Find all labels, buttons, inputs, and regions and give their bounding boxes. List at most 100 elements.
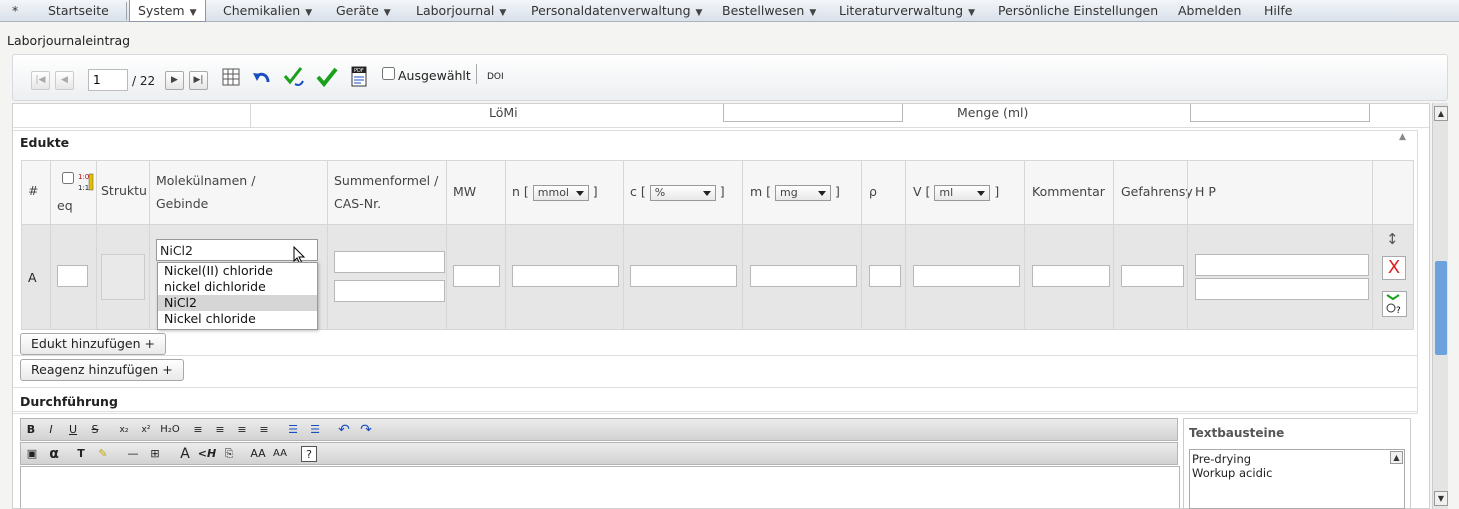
align-right-icon[interactable]: ≡: [235, 422, 249, 438]
move-row-icon[interactable]: ↕: [1386, 230, 1399, 248]
menu-startseite[interactable]: Startseite: [48, 0, 109, 22]
rho-input[interactable]: [869, 265, 901, 287]
prev-page-button[interactable]: ◀: [55, 71, 74, 90]
menu-star[interactable]: *: [12, 0, 18, 22]
doi-button[interactable]: DOI: [487, 72, 504, 82]
scroll-down-icon[interactable]: ▼: [1434, 491, 1448, 506]
ratio-icon[interactable]: 1:01:1: [78, 171, 94, 193]
gefahren-input[interactable]: [1121, 265, 1184, 287]
autocomplete-option-selected[interactable]: NiCl2: [158, 295, 317, 311]
menu-laborjournal[interactable]: Laborjournal ▼: [416, 0, 506, 22]
italic-icon[interactable]: I: [44, 422, 58, 438]
next-page-button[interactable]: ▶: [165, 71, 184, 90]
col-num: #: [28, 183, 39, 198]
highlight-icon[interactable]: ✎: [95, 446, 111, 462]
uppercase-icon[interactable]: AA: [249, 446, 267, 462]
table-icon[interactable]: ⊞: [147, 446, 163, 462]
list-item[interactable]: Workup acidic: [1192, 466, 1402, 480]
divider: [505, 160, 506, 330]
list-item[interactable]: Pre-drying: [1192, 452, 1402, 466]
eq-input[interactable]: [57, 265, 88, 287]
collapse-icon[interactable]: ▲: [1399, 132, 1406, 142]
add-reagenz-button[interactable]: Reagenz hinzufügen +: [20, 359, 184, 381]
superscript-icon[interactable]: x²: [139, 422, 153, 438]
autocomplete-option[interactable]: Nickel chloride: [158, 311, 317, 327]
mw-input[interactable]: [453, 265, 500, 287]
divider: [50, 160, 51, 330]
font-size-icon[interactable]: A: [177, 446, 193, 462]
h-input[interactable]: [1195, 254, 1369, 276]
eq-checkbox[interactable]: [62, 172, 74, 184]
col-gebinde: Gebinde: [156, 196, 209, 211]
durchfuehrung-title: Durchführung: [20, 394, 118, 409]
alpha-icon[interactable]: α: [46, 446, 62, 462]
m-input[interactable]: [750, 265, 857, 287]
p-input[interactable]: [1195, 278, 1369, 300]
menu-bestellwesen[interactable]: Bestellwesen ▼: [722, 0, 816, 22]
formula-icon[interactable]: H₂O: [159, 422, 181, 438]
help-icon[interactable]: ?: [301, 446, 317, 462]
align-justify-icon[interactable]: ≡: [257, 422, 271, 438]
scroll-thumb[interactable]: [1435, 261, 1447, 355]
divider: [13, 411, 1418, 412]
v-input[interactable]: [913, 265, 1020, 287]
v-unit-select[interactable]: ml: [934, 184, 991, 201]
html-icon[interactable]: <H: [197, 446, 217, 462]
summenformel-input[interactable]: [334, 251, 445, 273]
loemi-input[interactable]: [723, 104, 903, 122]
grid-view-icon[interactable]: [222, 68, 240, 86]
undo-icon[interactable]: [252, 68, 272, 86]
align-left-icon[interactable]: ≡: [191, 422, 205, 438]
menu-personaldaten[interactable]: Personaldatenverwaltung ▼: [531, 0, 702, 22]
scroll-up-icon[interactable]: ▲: [1434, 106, 1448, 121]
menu-system[interactable]: System ▼: [129, 0, 206, 22]
textbausteine-list[interactable]: Pre-drying Workup acidic ▲: [1189, 449, 1405, 509]
cube-icon[interactable]: ▣: [24, 446, 40, 462]
c-unit-select[interactable]: %: [649, 184, 716, 201]
n-unit-select[interactable]: mmol: [532, 184, 589, 201]
save-check-icon[interactable]: [316, 66, 338, 88]
kommentar-input[interactable]: [1032, 265, 1110, 287]
c-input[interactable]: [630, 265, 737, 287]
editor-toolbar-1: B I U S x₂ x² H₂O ≡ ≡ ≡ ≡ ☰ ☰ ↶ ↷: [20, 418, 1178, 441]
bold-icon[interactable]: B: [24, 422, 38, 438]
check-refresh-icon[interactable]: [283, 66, 305, 88]
molecule-search-icon[interactable]: ?: [1382, 291, 1407, 317]
menu-literatur[interactable]: Literaturverwaltung ▼: [839, 0, 975, 22]
add-edukt-button[interactable]: Edukt hinzufügen +: [20, 333, 166, 355]
col-struktur: Struktu: [101, 183, 147, 198]
first-page-button[interactable]: |◀: [31, 71, 50, 90]
autocomplete-option[interactable]: Nickel(II) chloride: [158, 263, 317, 279]
menu-geraete[interactable]: Geräte ▼: [336, 0, 391, 22]
autocomplete-option[interactable]: nickel dichloride: [158, 279, 317, 295]
delete-row-button[interactable]: X: [1382, 256, 1406, 280]
horizontal-rule-icon[interactable]: —: [125, 446, 141, 462]
lowercase-icon[interactable]: AA: [271, 446, 289, 462]
editor-undo-icon[interactable]: ↶: [337, 422, 351, 438]
page-scrollbar[interactable]: ▲ ▼: [1432, 103, 1448, 509]
menu-abmelden[interactable]: Abmelden: [1178, 0, 1241, 22]
paste-icon[interactable]: ⎘: [221, 446, 237, 462]
m-unit-select[interactable]: mg: [775, 184, 832, 201]
menu-hilfe[interactable]: Hilfe: [1264, 0, 1292, 22]
structure-image[interactable]: [101, 254, 145, 300]
subscript-icon[interactable]: x₂: [117, 422, 131, 438]
bullet-list-icon[interactable]: ☰: [286, 422, 300, 438]
last-page-button[interactable]: ▶|: [189, 71, 208, 90]
list-scroll-up-icon[interactable]: ▲: [1390, 451, 1403, 464]
durchfuehrung-editor[interactable]: [20, 466, 1180, 508]
page-number-input[interactable]: [88, 69, 128, 91]
n-input[interactable]: [512, 265, 619, 287]
menu-einstellungen[interactable]: Persönliche Einstellungen: [998, 0, 1158, 22]
align-center-icon[interactable]: ≡: [213, 422, 227, 438]
strikethrough-icon[interactable]: S: [88, 422, 102, 438]
numbered-list-icon[interactable]: ☰: [308, 422, 322, 438]
underline-icon[interactable]: U: [66, 422, 80, 438]
menu-chemikalien[interactable]: Chemikalien ▼: [223, 0, 312, 22]
text-color-icon[interactable]: T: [73, 446, 89, 462]
ausgewaehlt-checkbox[interactable]: [382, 67, 395, 80]
editor-redo-icon[interactable]: ↷: [359, 422, 373, 438]
menge-input[interactable]: [1190, 104, 1370, 122]
pdf-export-icon[interactable]: PDF: [350, 66, 368, 88]
cas-input[interactable]: [334, 280, 445, 302]
